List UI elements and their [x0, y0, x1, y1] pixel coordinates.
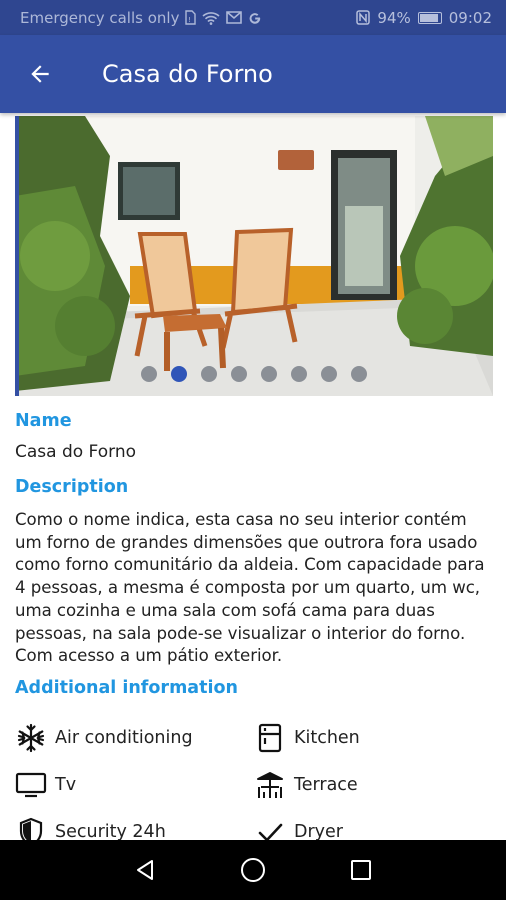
nav-home-button[interactable]	[228, 845, 278, 895]
gallery-dot[interactable]	[171, 366, 187, 382]
amenity-label: Kitchen	[294, 728, 360, 748]
amenity-tv: Tv	[15, 769, 76, 801]
status-bar: Emergency calls only ! 94% 09:02	[0, 0, 506, 35]
system-nav-bar	[0, 840, 506, 900]
nav-recents-button[interactable]	[336, 845, 386, 895]
gallery-photo	[15, 116, 493, 396]
battery-percent: 94%	[377, 8, 411, 27]
gallery-page-indicator	[15, 366, 493, 382]
additional-information-label: Additional information	[15, 678, 238, 698]
name-label: Name	[15, 411, 72, 431]
svg-text:!: !	[188, 16, 191, 24]
gallery-dot[interactable]	[321, 366, 337, 382]
nfc-icon	[356, 10, 371, 25]
gallery-dot[interactable]	[231, 366, 247, 382]
status-time: 09:02	[448, 8, 492, 27]
check-icon	[254, 816, 286, 840]
arrow-back-icon	[31, 65, 49, 83]
app-bar: Casa do Forno	[0, 35, 506, 113]
amenity-label: Air conditioning	[55, 728, 193, 748]
description-text: Como o nome indica, esta casa no seu int…	[15, 510, 485, 666]
amenity-kitchen: Kitchen	[254, 722, 360, 754]
content-scroll[interactable]: Name Casa do Forno Description Como o no…	[0, 113, 506, 840]
name-value: Casa do Forno	[15, 442, 137, 462]
back-button[interactable]	[0, 35, 80, 113]
amenity-security: Security 24h	[15, 816, 166, 840]
amenity-label: Terrace	[294, 775, 358, 795]
amenity-terrace: Terrace	[254, 769, 358, 801]
wifi-icon	[202, 11, 221, 25]
back-triangle-icon	[137, 860, 153, 880]
amenity-air-conditioning: Air conditioning	[15, 722, 193, 754]
gallery-dot[interactable]	[201, 366, 217, 382]
gmail-icon	[226, 11, 243, 24]
status-carrier-text: Emergency calls only	[20, 8, 180, 27]
nav-back-button[interactable]	[120, 845, 170, 895]
google-icon	[248, 11, 262, 25]
gallery-dot[interactable]	[261, 366, 277, 382]
battery-fill	[419, 13, 438, 22]
amenity-label: Tv	[55, 775, 77, 795]
gallery-dot[interactable]	[291, 366, 307, 382]
description-label: Description	[15, 477, 129, 497]
home-circle-icon	[241, 858, 265, 882]
gallery-dot[interactable]	[141, 366, 157, 382]
image-gallery[interactable]	[15, 116, 493, 396]
amenity-dryer: Dryer	[254, 816, 343, 840]
tv-icon	[15, 769, 47, 801]
amenity-label: Security 24h	[55, 822, 166, 840]
sim-icon: !	[185, 10, 197, 25]
shield-icon	[15, 816, 47, 840]
recents-square-icon	[351, 860, 371, 880]
page-title: Casa do Forno	[102, 60, 273, 88]
battery-icon	[417, 11, 442, 24]
kitchen-icon	[254, 722, 286, 754]
amenity-label: Dryer	[294, 822, 343, 840]
snowflake-icon	[15, 722, 47, 754]
gallery-dot[interactable]	[351, 366, 367, 382]
terrace-icon	[254, 769, 286, 801]
